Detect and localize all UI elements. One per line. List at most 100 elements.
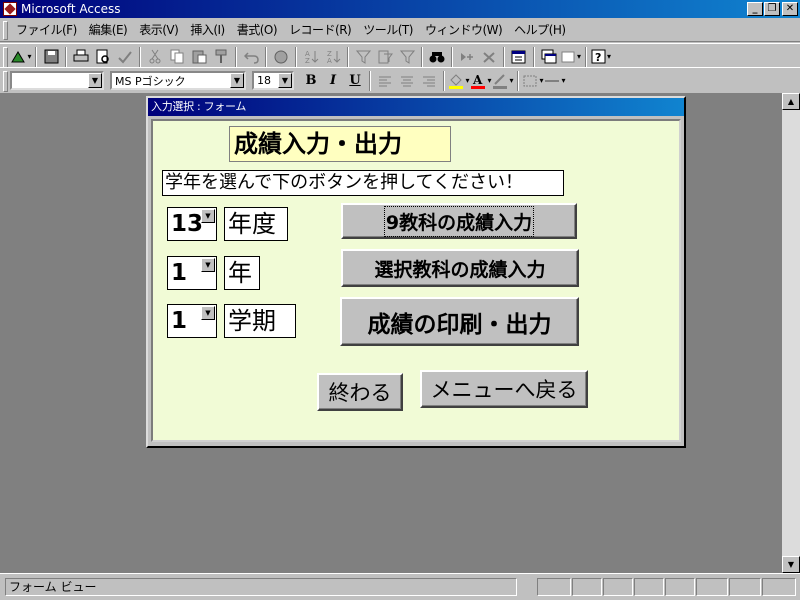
- chevron-down-icon[interactable]: ▼: [230, 73, 244, 88]
- app-title: Microsoft Access: [21, 2, 121, 16]
- scroll-up-icon[interactable]: ▲: [782, 93, 800, 110]
- paste-icon[interactable]: [188, 46, 210, 68]
- form-window-title: 入力選択 : フォーム: [148, 98, 684, 116]
- chevron-down-icon[interactable]: ▼: [201, 306, 215, 320]
- fill-color-icon[interactable]: [448, 70, 470, 92]
- toolbar-separator: [369, 70, 371, 91]
- nine-subjects-input-label: 9教科の成績入力: [383, 205, 535, 237]
- menu-edit[interactable]: 編集(E): [83, 21, 133, 38]
- menu-tools[interactable]: ツール(T): [357, 21, 419, 38]
- cut-icon[interactable]: [144, 46, 166, 68]
- toolbar-separator: [65, 46, 67, 67]
- object-combo[interactable]: ▼: [10, 71, 104, 90]
- finish-button[interactable]: 終わる: [317, 373, 403, 411]
- finish-label: 終わる: [328, 381, 392, 405]
- scroll-down-icon[interactable]: ▼: [782, 556, 800, 573]
- undo-icon[interactable]: [240, 46, 262, 68]
- find-icon[interactable]: [426, 46, 448, 68]
- align-center-icon[interactable]: [396, 70, 418, 92]
- toolbar-separator: [265, 46, 267, 67]
- filter-by-selection-icon[interactable]: [352, 46, 374, 68]
- apply-filter-icon[interactable]: [396, 46, 418, 68]
- grade-label: 年: [224, 256, 260, 290]
- database-window-icon[interactable]: [538, 46, 560, 68]
- delete-record-icon[interactable]: [478, 46, 500, 68]
- print-icon[interactable]: [70, 46, 92, 68]
- line-width-icon[interactable]: [544, 70, 566, 92]
- status-panel: [537, 578, 571, 596]
- form-window: 入力選択 : フォーム 成績入力・出力 学年を選んで下のボタンを押してください！…: [146, 96, 686, 448]
- status-bar: フォーム ビュー: [0, 573, 800, 600]
- menu-window[interactable]: ウィンドウ(W): [419, 21, 508, 38]
- minimize-button[interactable]: _: [747, 2, 763, 16]
- status-panel: [729, 578, 761, 596]
- chevron-down-icon[interactable]: ▼: [88, 73, 102, 88]
- print-output-button[interactable]: 成績の印刷・出力: [340, 297, 579, 346]
- print-preview-icon[interactable]: [92, 46, 114, 68]
- selected-subject-input-label: 選択教科の成績入力: [374, 258, 546, 281]
- toolbar-separator: [443, 70, 445, 91]
- toolbar-separator: [585, 46, 587, 67]
- menu-view[interactable]: 表示(V): [133, 21, 184, 38]
- status-panel: [762, 578, 796, 596]
- menu-file[interactable]: ファイル(F): [10, 21, 83, 38]
- italic-button[interactable]: I: [322, 70, 344, 92]
- back-to-menu-label: メニューへ戻る: [430, 378, 578, 402]
- font-name-combo[interactable]: MS Pゴシック ▼: [110, 71, 246, 90]
- menu-format[interactable]: 書式(O): [231, 21, 283, 38]
- chevron-down-icon[interactable]: ▼: [201, 258, 215, 272]
- status-panel: [603, 578, 633, 596]
- underline-button[interactable]: U: [344, 70, 366, 92]
- filter-by-form-icon[interactable]: [374, 46, 396, 68]
- back-to-menu-button[interactable]: メニューへ戻る: [420, 370, 588, 408]
- line-color-icon[interactable]: [492, 70, 514, 92]
- copy-icon[interactable]: [166, 46, 188, 68]
- sort-descending-icon[interactable]: ZA: [322, 46, 344, 68]
- term-value: 1: [171, 308, 188, 334]
- align-right-icon[interactable]: [418, 70, 440, 92]
- term-dropdown[interactable]: 1 ▼: [167, 304, 217, 338]
- toolbar-separator: [347, 46, 349, 67]
- bold-button[interactable]: B: [300, 70, 322, 92]
- selected-subject-input-button[interactable]: 選択教科の成績入力: [341, 249, 579, 287]
- chevron-down-icon[interactable]: ▼: [201, 209, 215, 223]
- grade-dropdown[interactable]: 1 ▼: [167, 256, 217, 290]
- status-panel: [634, 578, 664, 596]
- font-size-combo[interactable]: 18 ▼: [252, 71, 294, 90]
- term-label: 学期: [224, 304, 296, 338]
- svg-text:A: A: [327, 57, 332, 64]
- hyperlink-icon[interactable]: [270, 46, 292, 68]
- special-effect-icon[interactable]: [522, 70, 544, 92]
- properties-icon[interactable]: [508, 46, 530, 68]
- access-key-icon[interactable]: [3, 2, 17, 16]
- new-record-icon[interactable]: [456, 46, 478, 68]
- chevron-down-icon[interactable]: ▼: [278, 73, 292, 88]
- toolbar-separator: [295, 46, 297, 67]
- font-name-value: MS Pゴシック: [115, 74, 186, 88]
- new-object-icon[interactable]: [560, 46, 582, 68]
- nine-subjects-input-button[interactable]: 9教科の成績入力: [341, 203, 577, 239]
- font-color-icon[interactable]: A: [470, 70, 492, 92]
- format-painter-icon[interactable]: [210, 46, 232, 68]
- restore-button[interactable]: ❐: [764, 2, 780, 16]
- view-design-icon[interactable]: [10, 46, 32, 68]
- menu-help[interactable]: ヘルプ(H): [508, 21, 571, 38]
- spelling-icon[interactable]: [114, 46, 136, 68]
- print-output-label: 成績の印刷・出力: [367, 311, 552, 338]
- form-heading: 成績入力・出力: [229, 126, 451, 162]
- menu-records[interactable]: レコード(R): [283, 21, 357, 38]
- vertical-scrollbar[interactable]: ▲ ▼: [782, 93, 800, 573]
- sort-ascending-icon[interactable]: AZ: [300, 46, 322, 68]
- menu-bar: ファイル(F) 編集(E) 表示(V) 挿入(I) 書式(O) レコード(R) …: [0, 18, 800, 42]
- save-icon[interactable]: [40, 46, 62, 68]
- help-icon[interactable]: ?: [590, 46, 612, 68]
- toolbar-separator: [533, 46, 535, 67]
- align-left-icon[interactable]: [374, 70, 396, 92]
- year-dropdown[interactable]: 13 ▼: [167, 207, 217, 241]
- menu-insert[interactable]: 挿入(I): [184, 21, 230, 38]
- status-panel: [665, 578, 695, 596]
- close-button[interactable]: ✕: [782, 2, 798, 16]
- formatting-toolbar: ▼ MS Pゴシック ▼ 18 ▼ B I U A: [0, 67, 800, 93]
- toolbar-separator: [517, 70, 519, 91]
- toolbar-separator: [451, 46, 453, 67]
